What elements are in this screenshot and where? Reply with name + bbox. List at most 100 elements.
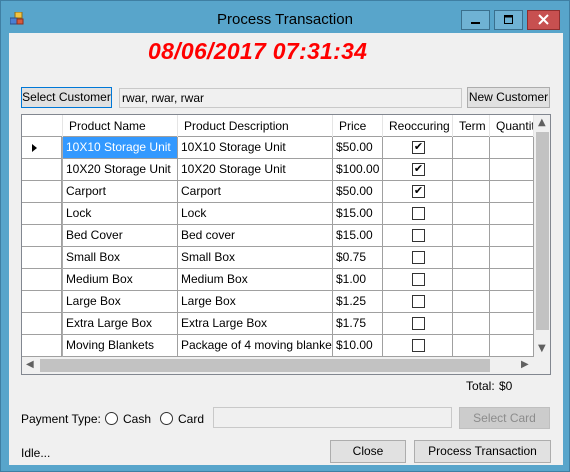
column-header-product-name[interactable]: Product Name [63,115,178,137]
term-cell[interactable] [453,269,490,291]
table-row[interactable]: Large Box Large Box $1.25 [22,291,534,313]
row-header[interactable] [22,159,62,181]
quantity-cell[interactable] [490,335,534,357]
reoccuring-checkbox[interactable] [412,207,425,220]
reoccuring-cell[interactable]: ✔ [383,181,453,203]
product-description-cell[interactable]: Lock [178,203,333,225]
product-name-cell[interactable]: Bed Cover [63,225,178,247]
table-row[interactable]: Carport Carport $50.00 ✔ [22,181,534,203]
price-cell[interactable]: $1.75 [333,313,383,335]
term-cell[interactable] [453,137,490,159]
reoccuring-checkbox[interactable]: ✔ [412,185,425,198]
price-cell[interactable]: $1.00 [333,269,383,291]
product-name-cell[interactable]: Extra Large Box [63,313,178,335]
row-header[interactable] [22,225,62,247]
term-cell[interactable] [453,203,490,225]
product-description-cell[interactable]: Large Box [178,291,333,313]
products-grid[interactable]: Product Name Product Description Price R… [21,114,551,375]
price-cell[interactable]: $15.00 [333,203,383,225]
row-header[interactable] [22,269,62,291]
reoccuring-cell[interactable] [383,203,453,225]
row-header[interactable] [22,137,62,159]
quantity-cell[interactable] [490,269,534,291]
reoccuring-checkbox[interactable] [412,339,425,352]
column-header-reoccuring[interactable]: Reoccuring [383,115,453,137]
term-cell[interactable] [453,335,490,357]
quantity-cell[interactable] [490,313,534,335]
price-cell[interactable]: $50.00 [333,137,383,159]
close-form-button[interactable]: Close [330,440,406,463]
reoccuring-checkbox[interactable]: ✔ [412,141,425,154]
price-cell[interactable]: $0.75 [333,247,383,269]
reoccuring-checkbox[interactable] [412,273,425,286]
price-cell[interactable]: $50.00 [333,181,383,203]
table-row[interactable]: Small Box Small Box $0.75 [22,247,534,269]
quantity-cell[interactable] [490,203,534,225]
quantity-cell[interactable] [490,137,534,159]
product-description-cell[interactable]: 10X20 Storage Unit [178,159,333,181]
product-description-cell[interactable]: Small Box [178,247,333,269]
product-name-cell[interactable]: Carport [63,181,178,203]
quantity-cell[interactable] [490,225,534,247]
product-description-cell[interactable]: Medium Box [178,269,333,291]
product-name-cell[interactable]: Lock [63,203,178,225]
term-cell[interactable] [453,291,490,313]
product-description-cell[interactable]: Bed cover [178,225,333,247]
reoccuring-cell[interactable] [383,335,453,357]
maximize-button[interactable] [494,10,523,30]
column-header-term[interactable]: Term [453,115,490,137]
reoccuring-cell[interactable]: ✔ [383,137,453,159]
new-customer-button[interactable]: New Customer [467,87,550,108]
product-description-cell[interactable]: 10X10 Storage Unit [178,137,333,159]
reoccuring-cell[interactable] [383,269,453,291]
reoccuring-cell[interactable] [383,291,453,313]
vertical-scroll-thumb[interactable] [536,132,549,330]
term-cell[interactable] [453,159,490,181]
horizontal-scroll-thumb[interactable] [40,359,490,372]
term-cell[interactable] [453,181,490,203]
reoccuring-cell[interactable] [383,247,453,269]
quantity-cell[interactable] [490,291,534,313]
table-row[interactable]: 10X10 Storage Unit 10X10 Storage Unit $50.… [22,137,534,159]
reoccuring-checkbox[interactable]: ✔ [412,163,425,176]
row-header[interactable] [22,335,62,357]
row-header[interactable] [22,203,62,225]
product-description-cell[interactable]: Package of 4 moving blankets [178,335,333,357]
scroll-down-icon[interactable]: ▼ [538,343,546,354]
vertical-scrollbar[interactable]: ▲ ▼ [534,115,550,357]
table-row[interactable]: 10X20 Storage Unit 10X20 Storage Unit $100… [22,159,534,181]
process-transaction-button[interactable]: Process Transaction [414,440,551,463]
reoccuring-cell[interactable] [383,225,453,247]
row-header[interactable] [22,181,62,203]
reoccuring-checkbox[interactable] [412,251,425,264]
title-bar[interactable]: Process Transaction [1,1,569,33]
reoccuring-checkbox[interactable] [412,317,425,330]
minimize-button[interactable] [461,10,490,30]
price-cell[interactable]: $10.00 [333,335,383,357]
term-cell[interactable] [453,225,490,247]
column-header-quantity[interactable]: Quantity [490,115,534,137]
product-name-cell[interactable]: Small Box [63,247,178,269]
price-cell[interactable]: $1.25 [333,291,383,313]
term-cell[interactable] [453,247,490,269]
column-header-product-description[interactable]: Product Description [178,115,333,137]
horizontal-scrollbar[interactable]: ◀ ▶ [22,357,534,374]
table-row[interactable]: Moving Blankets Package of 4 moving blank… [22,335,534,357]
product-name-cell[interactable]: 10X20 Storage Unit [63,159,178,181]
scroll-right-icon[interactable]: ▶ [521,359,529,370]
product-description-cell[interactable]: Extra Large Box [178,313,333,335]
card-radio[interactable] [160,412,173,425]
card-radio-label[interactable]: Card [178,412,204,426]
cash-radio[interactable] [105,412,118,425]
close-button[interactable] [527,10,560,30]
product-name-cell[interactable]: Medium Box [63,269,178,291]
price-cell[interactable]: $100.00 [333,159,383,181]
table-row[interactable]: Medium Box Medium Box $1.00 [22,269,534,291]
reoccuring-checkbox[interactable] [412,229,425,242]
quantity-cell[interactable] [490,181,534,203]
customer-name-field[interactable]: rwar, rwar, rwar [119,88,462,108]
price-cell[interactable]: $15.00 [333,225,383,247]
table-row[interactable]: Lock Lock $15.00 [22,203,534,225]
select-customer-button[interactable]: Select Customer [21,87,112,108]
table-row[interactable]: Bed Cover Bed cover $15.00 [22,225,534,247]
